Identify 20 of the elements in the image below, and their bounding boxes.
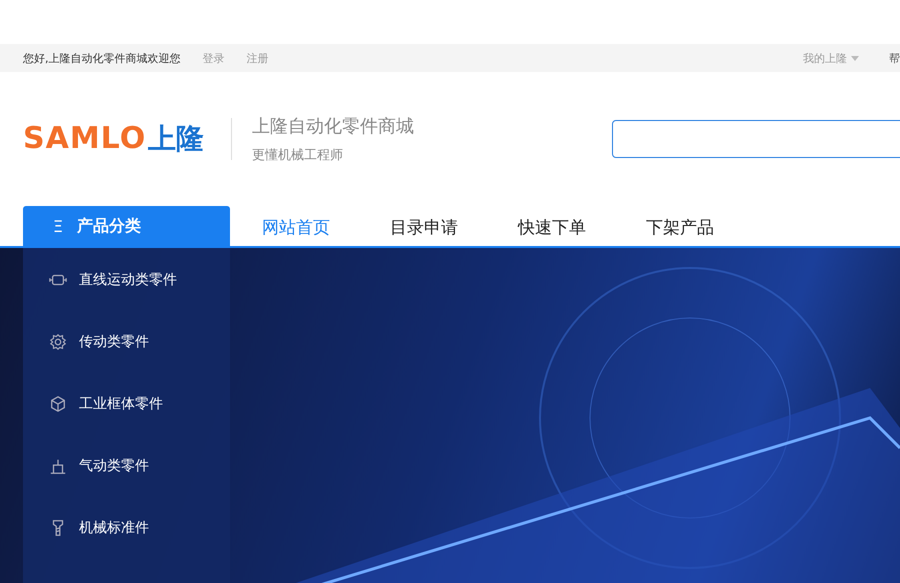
search-field[interactable] [612, 120, 900, 158]
cylinder-icon [49, 457, 67, 475]
category-item[interactable]: 机械标准件 [79, 519, 149, 537]
cube-icon [49, 395, 67, 413]
caret-icon [851, 56, 859, 60]
logo[interactable]: SAMLO上隆 [23, 120, 204, 158]
help-link[interactable]: 帮 [889, 50, 900, 66]
slogan: 更懂机械工程师 [252, 147, 344, 164]
welcome-text: 您好,上隆自动化零件商城欢迎您 [23, 50, 180, 66]
category-item[interactable]: 气动类零件 [79, 457, 149, 475]
nav-tab[interactable]: 下架产品 [646, 216, 714, 246]
category-item[interactable]: 直线运动类零件 [79, 271, 177, 289]
site-name: 上隆自动化零件商城 [252, 115, 414, 138]
nav-tab[interactable]: 快速下单 [518, 216, 586, 246]
nav-tab[interactable]: 网站首页 [262, 216, 330, 246]
category-button[interactable]: Ξ 产品分类 [23, 206, 230, 246]
category-item[interactable]: 传动类零件 [79, 333, 149, 351]
nav-tab[interactable]: 目录申请 [390, 216, 458, 246]
gear-icon [49, 333, 67, 351]
category-item[interactable]: 工业框体零件 [79, 395, 163, 413]
